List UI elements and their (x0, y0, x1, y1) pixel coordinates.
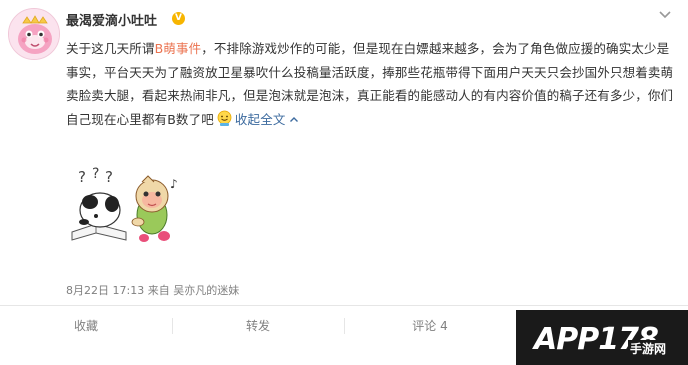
post-image[interactable]: ? ? ? ♪ (66, 160, 202, 255)
hashtag-link[interactable]: B萌事件 (155, 41, 202, 56)
chevron-up-icon (289, 116, 298, 122)
svg-text:?: ? (92, 166, 99, 182)
from-label: 来自 (147, 284, 170, 297)
site-watermark: APP178 手游网 (516, 310, 688, 365)
post-meta: 8月22日 17:13 来自 吴亦凡的迷妹 (66, 282, 239, 298)
post-source-link[interactable]: 吴亦凡的迷妹 (173, 284, 239, 297)
verified-badge-icon: V (172, 12, 185, 25)
favorite-button[interactable]: 收藏 (0, 306, 172, 346)
pink-character-avatar-icon (9, 9, 59, 59)
smiling-face-emoji-icon (217, 110, 232, 126)
comment-button[interactable]: 评论 4 (344, 306, 516, 346)
svg-text:?: ? (78, 168, 86, 186)
svg-text:♪: ♪ (170, 177, 178, 191)
repost-button[interactable]: 转发 (172, 306, 344, 346)
collapse-label: 收起全文 (234, 111, 286, 127)
collapse-full-text-link[interactable]: 收起全文 (235, 112, 299, 127)
post-text: 关于这几天所谓B萌事件，不排除游戏炒作的可能，但是现在白嫖越来越多，会为了角色做… (66, 37, 676, 131)
post-text-before-tag: 关于这几天所谓 (66, 41, 155, 56)
post-timestamp[interactable]: 8月22日 17:13 (66, 284, 144, 297)
chevron-down-icon[interactable] (656, 8, 674, 22)
username[interactable]: 最渴爱滴小吐吐 (66, 10, 157, 29)
svg-text:?: ? (105, 168, 113, 186)
watermark-subtitle: 手游网 (628, 340, 669, 357)
avatar[interactable] (8, 8, 60, 60)
weibo-post-card: 最渴爱滴小吐吐 V 关于这几天所谓B萌事件，不排除游戏炒作的可能，但是现在白嫖越… (0, 0, 688, 365)
